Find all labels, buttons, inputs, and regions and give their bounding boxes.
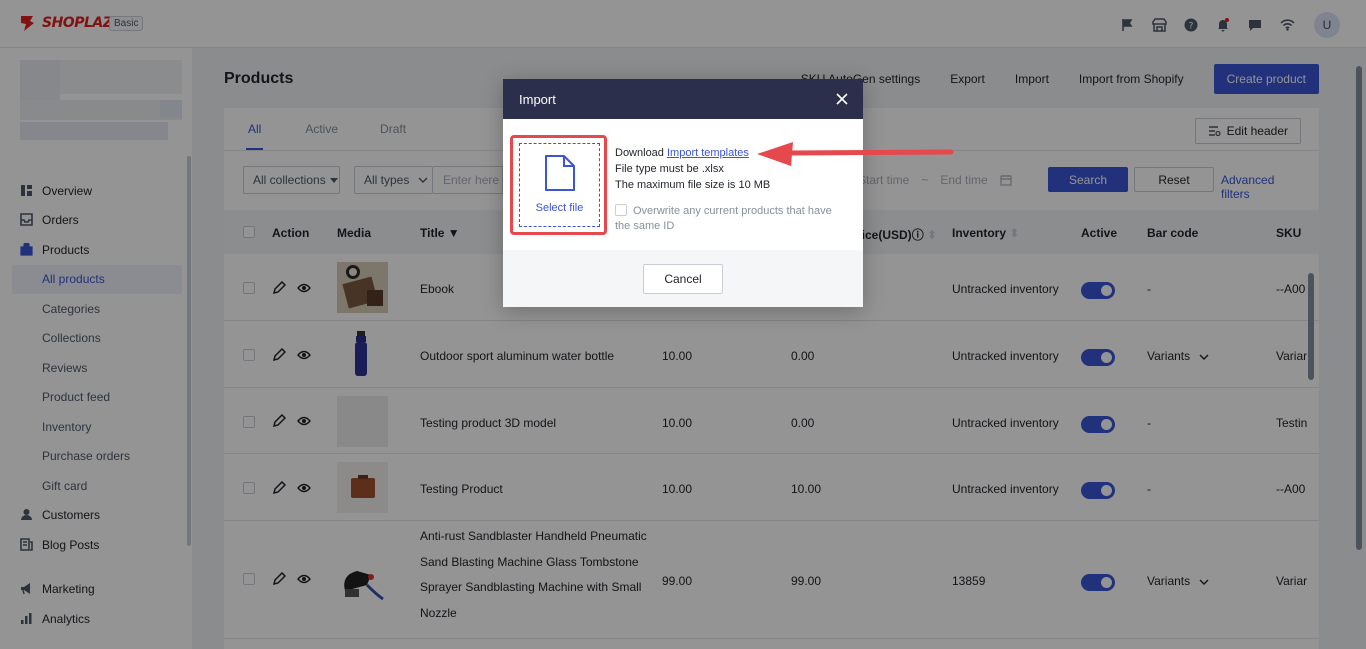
import-info: Download Import templates File type must… xyxy=(615,145,770,193)
file-icon xyxy=(544,155,575,191)
download-prefix: Download xyxy=(615,147,664,159)
modal-footer: Cancel xyxy=(503,250,863,307)
select-file-button[interactable]: Select file xyxy=(519,143,600,227)
import-templates-link[interactable]: Import templates xyxy=(667,147,749,159)
overwrite-option[interactable]: Overwrite any current products that have… xyxy=(615,204,845,234)
import-modal: Import Select file Download Import templ… xyxy=(503,79,863,307)
overwrite-label: Overwrite any current products that have… xyxy=(615,205,832,232)
close-icon[interactable] xyxy=(835,92,849,106)
file-type-note: File type must be .xlsx xyxy=(615,163,724,175)
annotation-arrow-icon xyxy=(757,142,954,166)
select-file-label: Select file xyxy=(535,202,584,214)
modal-title: Import xyxy=(519,91,556,107)
modal-header: Import xyxy=(503,79,863,119)
cancel-button[interactable]: Cancel xyxy=(643,264,723,294)
max-size-note: The maximum file size is 10 MB xyxy=(615,179,771,191)
overwrite-checkbox[interactable] xyxy=(615,204,627,216)
